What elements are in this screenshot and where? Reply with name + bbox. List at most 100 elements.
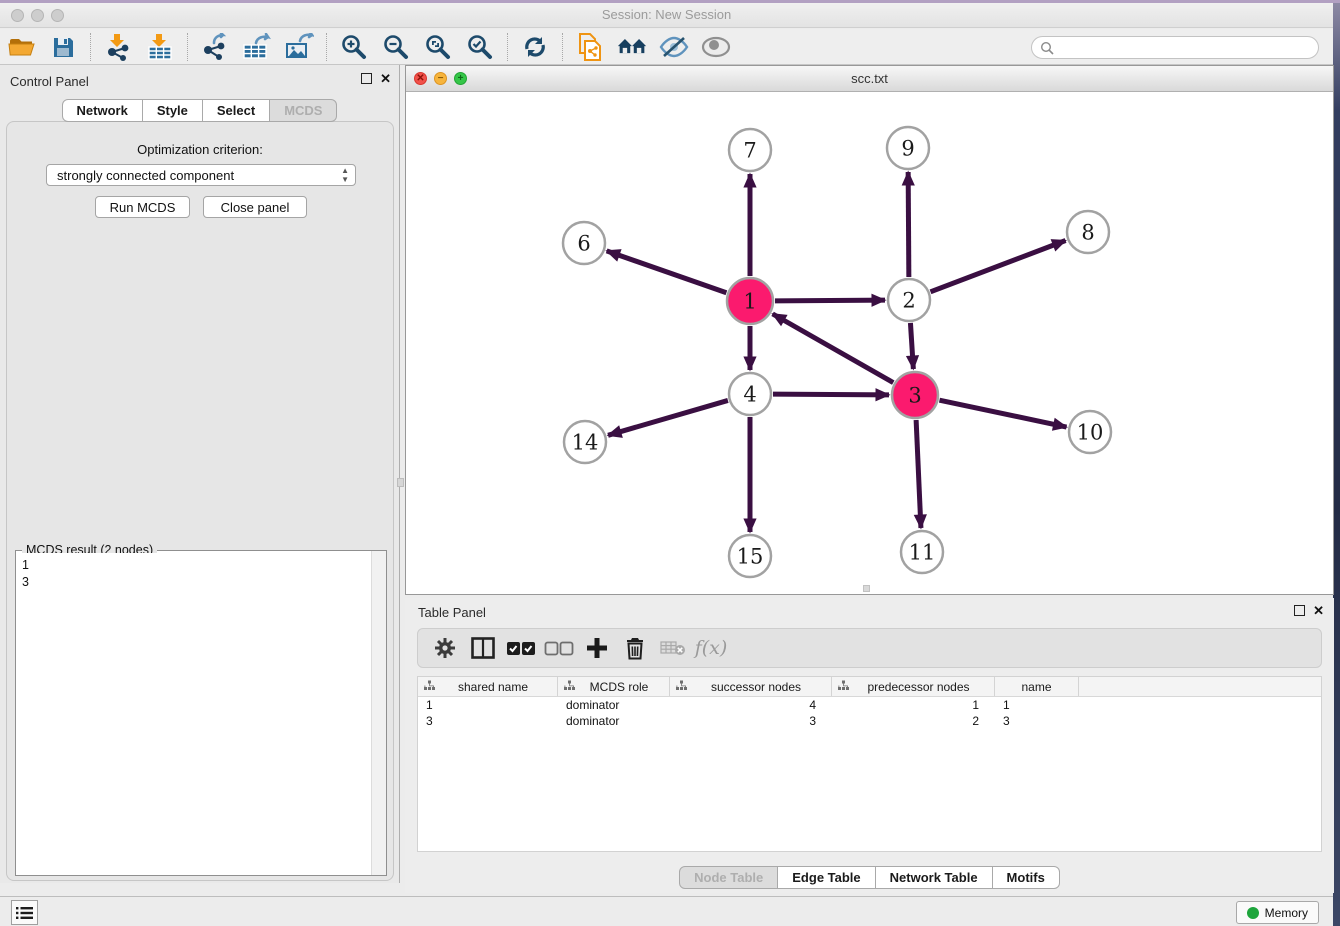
graph-node-10[interactable]: 10 [1069, 411, 1111, 453]
column-header-name[interactable]: name [995, 677, 1079, 696]
float-table-panel-icon[interactable] [1294, 605, 1305, 616]
graph-edge-3-1[interactable] [773, 314, 894, 383]
table-cell[interactable]: 1 [832, 698, 995, 712]
run-mcds-button[interactable]: Run MCDS [95, 196, 190, 218]
graph-edge-3-11[interactable] [916, 420, 921, 528]
zoom-out-icon[interactable] [381, 33, 411, 61]
graph-edge-4-3[interactable] [773, 394, 889, 395]
graph-edge-2-9[interactable] [908, 172, 909, 277]
network-window-titlebar[interactable]: ✕ − + scc.txt [406, 66, 1333, 92]
tab-node-table[interactable]: Node Table [679, 866, 778, 889]
svg-text:15: 15 [737, 545, 764, 569]
open-folder-icon[interactable] [6, 33, 36, 61]
column-header-successor-nodes[interactable]: successor nodes [670, 677, 832, 696]
control-panel: Control Panel ✕ NetworkStyleSelectMCDS O… [0, 65, 400, 883]
mcds-result-text[interactable]: 1 3 [16, 553, 371, 875]
zoom-in-icon[interactable] [339, 33, 369, 61]
graph-edge-4-14[interactable] [608, 400, 728, 435]
select-all-icon[interactable] [504, 633, 538, 663]
table-cell[interactable]: 1 [995, 698, 1079, 712]
tab-edge-table[interactable]: Edge Table [778, 866, 875, 889]
deselect-all-icon[interactable] [542, 633, 576, 663]
status-bar: Memory [0, 896, 1333, 926]
tab-style[interactable]: Style [143, 99, 203, 122]
node-table[interactable]: shared nameMCDS rolesuccessor nodesprede… [417, 676, 1322, 852]
mcds-result-group: MCDS result (2 nodes) 1 3 [15, 550, 387, 876]
save-icon[interactable] [48, 33, 78, 61]
network-window-grip[interactable] [863, 585, 870, 592]
toolbar-separator [90, 33, 91, 61]
graph-node-8[interactable]: 8 [1067, 211, 1109, 253]
search-input[interactable] [1054, 41, 1318, 55]
network-graph-canvas[interactable]: 7 9 6 8 1 2 4 3 14 10 15 11 [406, 92, 1333, 594]
splitter-grip[interactable] [397, 478, 404, 487]
houses-icon[interactable] [617, 33, 647, 61]
graph-node-9[interactable]: 9 [887, 127, 929, 169]
table-cell[interactable]: 3 [418, 714, 558, 728]
refresh-icon[interactable] [520, 33, 550, 61]
graph-edge-1-6[interactable] [607, 251, 727, 293]
svg-text:10: 10 [1077, 421, 1104, 445]
table-cell[interactable]: 3 [995, 714, 1079, 728]
graph-node-4[interactable]: 4 [729, 373, 771, 415]
memory-button[interactable]: Memory [1236, 901, 1319, 924]
zoom-selected-icon[interactable] [465, 33, 495, 61]
network-view-title: scc.txt [406, 71, 1333, 86]
table-cell[interactable]: dominator [558, 714, 670, 728]
column-header-shared-name[interactable]: shared name [418, 677, 558, 696]
column-type-icon [670, 680, 691, 694]
table-cell[interactable]: 2 [832, 714, 995, 728]
table-row[interactable]: 3dominator323 [418, 713, 1321, 729]
table-cell[interactable]: 3 [670, 714, 832, 728]
graph-node-7[interactable]: 7 [729, 129, 771, 171]
graph-edge-1-2[interactable] [775, 300, 885, 301]
zoom-fit-icon[interactable] [423, 33, 453, 61]
svg-text:6: 6 [577, 232, 590, 256]
table-row[interactable]: 1dominator411 [418, 697, 1321, 713]
column-header-MCDS-role[interactable]: MCDS role [558, 677, 670, 696]
float-panel-icon[interactable] [361, 73, 372, 84]
first-neighbors-icon[interactable] [575, 33, 605, 61]
graph-node-2[interactable]: 2 [888, 279, 930, 321]
graph-node-15[interactable]: 15 [729, 535, 771, 577]
table-cell[interactable]: dominator [558, 698, 670, 712]
column-view-icon[interactable] [466, 633, 500, 663]
graph-edge-2-8[interactable] [931, 241, 1066, 292]
export-image-icon[interactable] [284, 33, 314, 61]
trash-icon[interactable] [618, 633, 652, 663]
export-table-icon[interactable] [242, 33, 272, 61]
table-cell[interactable]: 1 [418, 698, 558, 712]
graph-node-3[interactable]: 3 [892, 372, 938, 418]
mcds-result-scrollbar[interactable] [371, 551, 386, 875]
gear-icon[interactable] [428, 633, 462, 663]
hide-selected-icon[interactable] [659, 33, 689, 61]
close-table-panel-icon[interactable]: ✕ [1313, 605, 1324, 616]
svg-text:8: 8 [1081, 221, 1094, 245]
add-icon[interactable] [580, 633, 614, 663]
import-table-icon[interactable] [145, 33, 175, 61]
graph-edge-2-3[interactable] [910, 323, 913, 369]
graph-node-6[interactable]: 6 [563, 222, 605, 264]
graph-edge-3-10[interactable] [939, 400, 1066, 427]
graph-node-1[interactable]: 1 [727, 278, 773, 324]
tab-network-table[interactable]: Network Table [876, 866, 993, 889]
graph-node-11[interactable]: 11 [901, 531, 943, 573]
tab-select[interactable]: Select [203, 99, 270, 122]
tab-mcds[interactable]: MCDS [270, 99, 337, 122]
tab-motifs[interactable]: Motifs [993, 866, 1060, 889]
optimization-criterion-label: Optimization criterion: [7, 142, 393, 157]
table-cell[interactable]: 4 [670, 698, 832, 712]
column-header-predecessor-nodes[interactable]: predecessor nodes [832, 677, 995, 696]
close-panel-button[interactable]: Close panel [203, 196, 307, 218]
task-history-button[interactable] [11, 900, 38, 925]
memory-status-icon [1247, 907, 1259, 919]
import-network-icon[interactable] [103, 33, 133, 61]
table-panel-title: Table Panel [418, 605, 486, 620]
tab-network[interactable]: Network [62, 99, 143, 122]
graph-node-14[interactable]: 14 [564, 421, 606, 463]
export-network-icon[interactable] [200, 33, 230, 61]
svg-text:11: 11 [909, 541, 936, 565]
show-all-icon[interactable] [701, 33, 731, 61]
criterion-select[interactable]: strongly connected component ▲▼ [46, 164, 356, 186]
close-panel-icon[interactable]: ✕ [380, 73, 391, 84]
